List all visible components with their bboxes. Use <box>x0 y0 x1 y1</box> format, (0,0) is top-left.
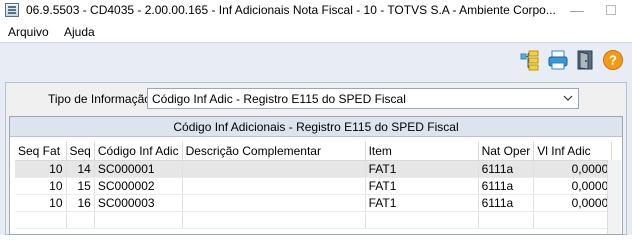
toolbar: ? <box>0 42 632 76</box>
col-codigo[interactable]: Código Inf Adic <box>94 142 183 161</box>
cell-descricao <box>182 160 366 178</box>
col-item[interactable]: Item <box>365 142 479 161</box>
menu-arquivo[interactable]: Arquivo <box>8 25 49 39</box>
cell-descricao <box>182 177 366 195</box>
vertical-scrollbar[interactable] <box>607 160 621 234</box>
table-row[interactable]: 10 14 SC000001 FAT1 6111a 0,0000 <box>15 160 613 178</box>
cell-codigo: SC000001 <box>94 160 183 178</box>
data-grid: Seq Fat Seq Código Inf Adic Descrição Co… <box>15 142 613 229</box>
cell-item: FAT1 <box>365 160 479 178</box>
cell-codigo: SC000003 <box>94 194 183 212</box>
table-row[interactable]: 10 15 SC000002 FAT1 6111a 0,0000 <box>15 177 613 195</box>
tree-icon[interactable] <box>519 49 541 71</box>
col-seq-fat[interactable]: Seq Fat <box>15 142 67 161</box>
cell-vl-inf-adic: 0,0000 <box>533 177 613 195</box>
window-title: 06.9.5503 - CD4035 - 2.00.00.165 - Inf A… <box>26 3 556 17</box>
tipo-informacao-label: Tipo de Informação: <box>48 92 155 106</box>
cell-nat-oper: 6111a <box>478 160 535 178</box>
cell-item: FAT1 <box>365 177 479 195</box>
help-icon[interactable]: ? <box>602 49 624 71</box>
title-bar: 06.9.5503 - CD4035 - 2.00.00.165 - Inf A… <box>0 0 632 22</box>
cell-descricao <box>182 194 366 212</box>
cell-item: FAT1 <box>365 194 479 212</box>
minimize-button[interactable]: — <box>562 0 592 22</box>
cell-seq: 15 <box>66 177 95 195</box>
cell-vl-inf-adic: 0,0000 <box>533 160 613 178</box>
grid-title: Código Inf Adicionais - Registro E115 do… <box>10 117 622 137</box>
cell-vl-inf-adic: 0,0000 <box>533 194 613 212</box>
cell-seq-fat: 10 <box>15 194 67 212</box>
menu-bar: Arquivo Ajuda <box>0 22 632 42</box>
grid-header-row: Seq Fat Seq Código Inf Adic Descrição Co… <box>15 142 613 161</box>
cell-seq: 14 <box>66 160 95 178</box>
cell-seq: 16 <box>66 194 95 212</box>
maximize-icon <box>606 5 616 15</box>
col-descricao[interactable]: Descrição Complementar <box>182 142 366 161</box>
tipo-informacao-select[interactable]: Código Inf Adic - Registro E115 do SPED … <box>147 88 579 109</box>
app-icon <box>5 3 19 17</box>
table-row-empty <box>15 211 613 229</box>
table-row[interactable]: 10 16 SC000003 FAT1 6111a 0,0000 <box>15 194 613 212</box>
menu-ajuda[interactable]: Ajuda <box>64 25 95 39</box>
print-icon[interactable] <box>547 49 569 71</box>
chevron-down-icon <box>563 95 573 101</box>
cell-seq-fat: 10 <box>15 177 67 195</box>
cell-nat-oper: 6111a <box>478 194 535 212</box>
maximize-button[interactable] <box>596 0 626 22</box>
cell-nat-oper: 6111a <box>478 177 535 195</box>
cell-seq-fat: 10 <box>15 160 67 178</box>
col-nat-oper[interactable]: Nat Oper <box>478 142 535 161</box>
col-vl-inf-adic[interactable]: Vl Inf Adic <box>533 142 613 161</box>
tipo-informacao-value: Código Inf Adic - Registro E115 do SPED … <box>152 92 406 106</box>
col-seq[interactable]: Seq <box>66 142 95 161</box>
exit-door-icon[interactable] <box>575 49 597 71</box>
svg-text:?: ? <box>609 53 617 68</box>
cell-codigo: SC000002 <box>94 177 183 195</box>
grid-container: Código Inf Adicionais - Registro E115 do… <box>9 116 623 235</box>
